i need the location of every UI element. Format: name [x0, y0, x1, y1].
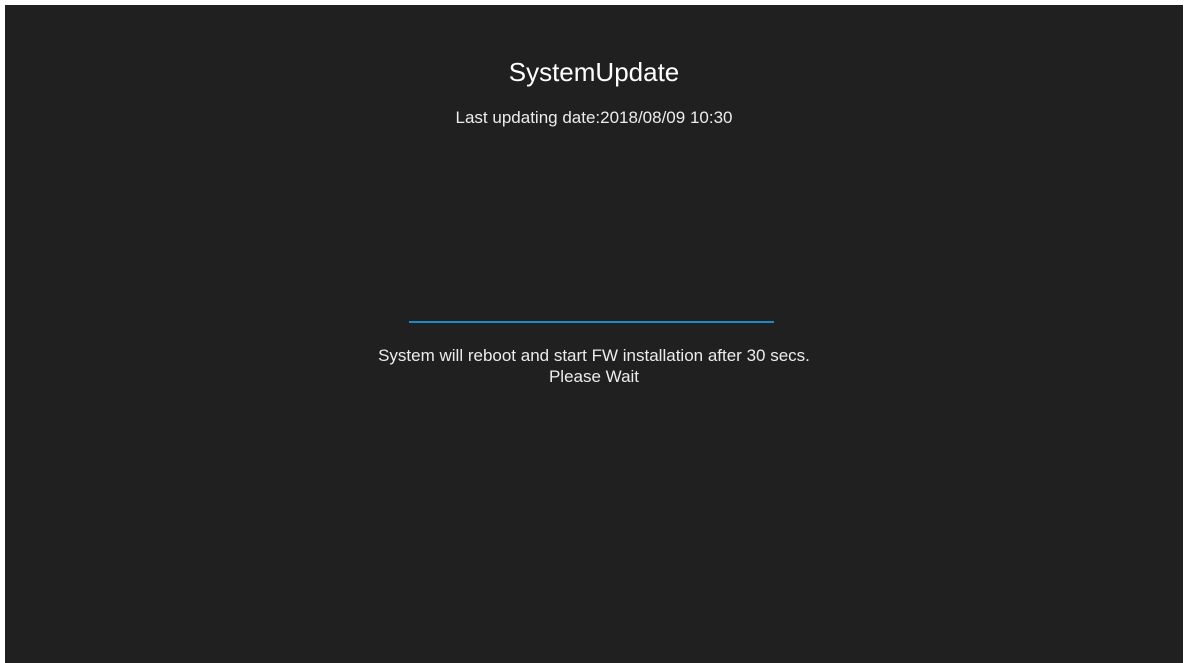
page-title: SystemUpdate [508, 57, 680, 87]
progress-bar-fill [409, 321, 774, 323]
system-update-screen: SystemUpdate Last updating date:2018/08/… [5, 5, 1183, 663]
status-message-line-1: System will reboot and start FW installa… [378, 346, 810, 365]
last-updating-date: Last updating date:2018/08/09 10:30 [455, 108, 733, 127]
progress-bar [409, 321, 774, 323]
status-message-line-2: Please Wait [548, 367, 640, 386]
status-message: System will reboot and start FW installa… [5, 345, 1183, 387]
